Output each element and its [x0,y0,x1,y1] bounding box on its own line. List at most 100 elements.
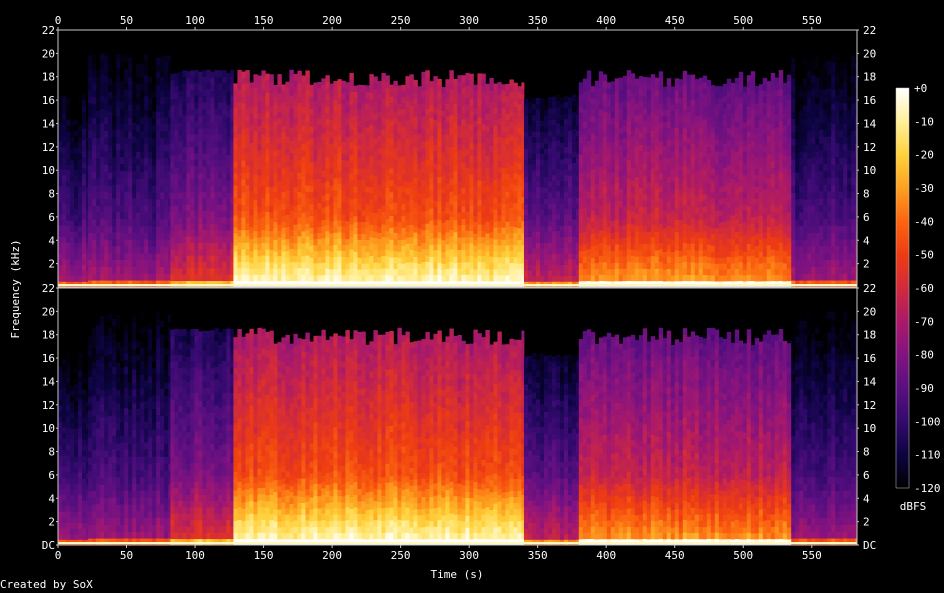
y-tick-label-left: 14 [42,376,56,389]
y-tick-label-right: 6 [863,211,870,224]
segment-2-right [170,328,234,546]
colorbar-tick-label: -110 [914,449,941,462]
y-tick-label-right: 8 [863,446,870,459]
segment-0-right [58,353,89,546]
segment-5-right [578,327,792,546]
y-tick-label-left: DC [42,539,55,552]
x-tick-label-bottom: 350 [528,549,548,562]
y-tick-label-right: 22 [863,24,876,37]
segment-6-right [791,311,858,546]
x-tick-label-top: 100 [185,14,205,27]
y-tick-label-right: 4 [863,234,870,247]
segment-2-left [170,69,234,288]
y-tick-label-right: 2 [863,258,870,271]
colorbar-tick-label: -60 [914,282,934,295]
segment-4-right [523,352,580,546]
y-tick-label-left: 20 [42,47,55,60]
x-tick-label-top: 500 [733,14,753,27]
segment-5-left [578,70,792,288]
x-axis-label: Time (s) [431,568,484,581]
x-tick-label-top: 350 [528,14,548,27]
x-tick-label-top: 0 [55,14,62,27]
colorbar-tick-label: -10 [914,115,934,128]
x-tick-label-bottom: 0 [55,549,62,562]
y-tick-label-right: 14 [863,376,877,389]
x-tick-label-bottom: 300 [459,549,479,562]
x-tick-label-top: 200 [322,14,342,27]
y-tick-label-left: 16 [42,352,55,365]
x-tick-label-top: 50 [120,14,133,27]
y-tick-label-right: 18 [863,329,876,342]
segment-3-right [233,327,525,546]
y-tick-label-right: 10 [863,422,876,435]
y-tick-label-left: 12 [42,399,55,412]
y-tick-label-left: 10 [42,422,55,435]
channel-panel-left [58,30,858,288]
y-axis-label: Frequency (kHz) [9,239,22,338]
y-tick-label-left: 12 [42,141,55,154]
colorbar-tick-label: -20 [914,149,934,162]
x-tick-label-top: 250 [391,14,411,27]
segment-1-left [88,53,171,288]
colorbar-tick-label: +0 [914,82,927,95]
y-tick-label-left: 20 [42,305,55,318]
y-tick-label-left: 18 [42,71,55,84]
y-tick-label-left: 8 [48,188,55,201]
segment-6-left [791,53,858,288]
x-tick-label-top: 550 [802,14,822,27]
x-tick-label-bottom: 200 [322,549,342,562]
colorbar-tick-label: -120 [914,482,941,495]
segment-4-left [523,94,580,288]
x-tick-label-top: 300 [459,14,479,27]
y-tick-label-right: 20 [863,305,876,318]
x-tick-label-bottom: 100 [185,549,205,562]
colorbar-tick-label: -70 [914,315,934,328]
y-tick-label-right: 10 [863,164,876,177]
credit-text: Created by SoX [0,578,93,591]
y-tick-label-left: 22 [42,24,55,37]
y-tick-label-right: 2 [863,516,870,529]
x-tick-label-bottom: 450 [665,549,685,562]
colorbar-tick-label: -30 [914,182,934,195]
y-tick-label-right: 20 [863,47,876,60]
y-tick-label-left: 2 [48,258,55,271]
y-tick-label-right: 14 [863,118,877,131]
y-tick-label-right: 22 [863,282,876,295]
x-tick-label-bottom: 50 [120,549,133,562]
segment-0-left [58,94,89,288]
y-tick-label-left: 4 [48,234,55,247]
y-tick-label-left: 6 [48,211,55,224]
y-tick-label-left: 10 [42,164,55,177]
y-tick-label-right: DC [863,539,876,552]
x-tick-label-top: 450 [665,14,685,27]
y-tick-label-right: 16 [863,94,876,107]
spectrogram-chart: 22 2220 2018 1816 1614 1412 1210 108 86 64 42 222 22… [9,14,941,581]
x-tick-label-bottom: 150 [254,549,274,562]
y-tick-label-left: 4 [48,492,55,505]
y-tick-label-left: 18 [42,329,55,342]
x-tick-label-bottom: 500 [733,549,753,562]
x-tick-label-bottom: 550 [802,549,822,562]
y-tick-label-right: 18 [863,71,876,84]
channel-panel-right [58,288,858,546]
colorbar-tick-label: -90 [914,382,934,395]
y-tick-label-left: 2 [48,516,55,529]
y-tick-label-left: 14 [42,118,56,131]
colorbar-tick-label: -80 [914,349,934,362]
y-tick-label-right: 16 [863,352,876,365]
segment-1-right [88,311,171,546]
colorbar-tick-label: -100 [914,415,941,428]
y-tick-label-right: 8 [863,188,870,201]
colorbar-tick-label: -40 [914,215,934,228]
x-tick-label-top: 400 [596,14,616,27]
y-tick-label-left: 22 [42,282,55,295]
x-tick-label-top: 150 [254,14,274,27]
segment-3-left [233,69,525,288]
y-tick-label-left: 16 [42,94,55,107]
x-tick-label-bottom: 400 [596,549,616,562]
y-tick-label-left: 8 [48,446,55,459]
y-tick-label-right: 6 [863,469,870,482]
x-tick-label-bottom: 250 [391,549,411,562]
y-tick-label-right: 4 [863,492,870,505]
colorbar [896,88,909,488]
